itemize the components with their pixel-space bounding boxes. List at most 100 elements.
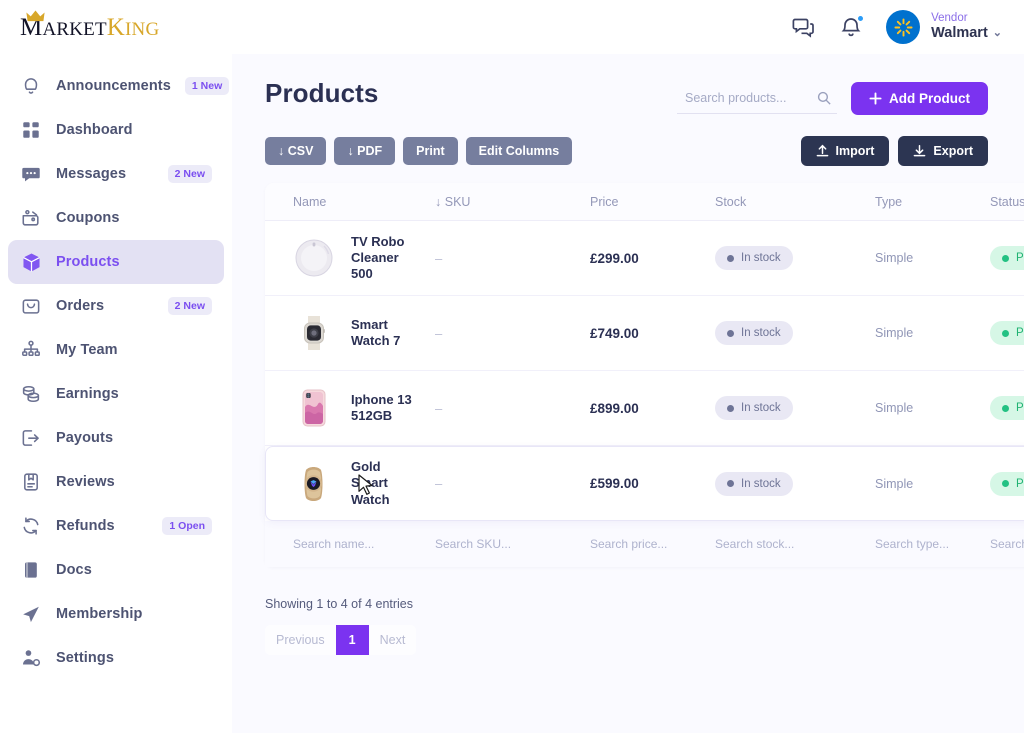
status-badge: Publish: [990, 396, 1024, 420]
sidebar-item-badge: 2 New: [167, 165, 212, 183]
search-input[interactable]: [685, 91, 810, 105]
sidebar-item-label: Coupons: [56, 210, 120, 226]
sidebar-item-messages[interactable]: Messages 2 New: [8, 152, 224, 196]
sidebar-item-payouts[interactable]: Payouts: [8, 416, 224, 460]
filter-input-price[interactable]: [590, 537, 715, 551]
cell-sku: –: [435, 250, 443, 266]
notification-dot: [857, 15, 865, 22]
user-gear-icon: [20, 647, 42, 669]
cell-type: Simple: [875, 251, 914, 265]
add-product-label: Add Product: [889, 91, 970, 106]
send-icon: [20, 603, 42, 625]
filter-cell: [715, 535, 875, 553]
cell-status: Publish: [990, 396, 1024, 420]
filter-cell: [590, 535, 715, 553]
product-name[interactable]: Gold Smart Watch: [351, 459, 413, 508]
add-product-button[interactable]: Add Product: [851, 82, 988, 115]
sidebar-item-docs[interactable]: Docs: [8, 548, 224, 592]
cell-stock: In stock: [715, 471, 875, 496]
sidebar-item-coupons[interactable]: Coupons: [8, 196, 224, 240]
cell-status: Publish: [990, 471, 1024, 496]
sidebar-item-orders[interactable]: Orders 2 New: [8, 284, 224, 328]
pink-iphone-thumbnail: [293, 387, 335, 429]
table-row[interactable]: Iphone 13 512GB – £899.00 In stock Simpl…: [265, 371, 1024, 446]
stock-badge: In stock: [715, 471, 793, 496]
status-badge: Publish: [990, 471, 1024, 496]
filter-input-stock[interactable]: [715, 537, 875, 551]
table-row[interactable]: TV Robo Cleaner 500 – £299.00 In stock S…: [265, 221, 1024, 296]
table-row[interactable]: Gold Smart Watch – £599.00 In stock Simp…: [265, 446, 1024, 521]
filter-input-name[interactable]: [293, 537, 435, 551]
column-header-sku[interactable]: ↓ SKU: [435, 195, 590, 209]
user-info: Vendor Walmart ⌄: [931, 12, 1002, 42]
sidebar-item-announcements[interactable]: Announcements 1 New: [8, 64, 230, 108]
sidebar-item-products[interactable]: Products: [8, 240, 224, 284]
sidebar-item-refunds[interactable]: Refunds 1 Open: [8, 504, 224, 548]
filter-input-type[interactable]: [875, 537, 990, 551]
bag-icon: [20, 295, 42, 317]
sidebar-item-membership[interactable]: Membership: [8, 592, 224, 636]
robot-vacuum-thumbnail: [293, 237, 335, 279]
sidebar-item-badge: 2 New: [167, 297, 212, 315]
export-csv-button[interactable]: ↓ CSV: [265, 137, 327, 165]
pagination-previous[interactable]: Previous: [265, 625, 336, 655]
published-dot-icon: [1002, 404, 1009, 412]
cell-name: TV Robo Cleaner 500: [293, 234, 435, 283]
sidebar-item-label: Payouts: [56, 430, 114, 446]
pagination-page-1[interactable]: 1: [335, 625, 369, 655]
search-products-box[interactable]: [677, 84, 837, 114]
cell-price: £299.00: [590, 250, 639, 266]
sidebar-navigation: Announcements 1 New Dashboard Messages 2 New…: [0, 54, 232, 733]
published-dot-icon: [1002, 480, 1009, 487]
status-badge: Publish: [990, 321, 1024, 345]
sidebar-item-dashboard[interactable]: Dashboard: [8, 108, 224, 152]
sidebar-item-label: Membership: [56, 606, 143, 622]
brand-logo[interactable]: MARKETKING: [0, 0, 232, 54]
bell-icon[interactable]: [838, 14, 865, 40]
download-icon: [914, 144, 926, 157]
search-icon: [817, 91, 831, 105]
status-dot-icon: [727, 254, 734, 262]
export-label: Export: [933, 144, 973, 158]
column-header-type[interactable]: Type: [875, 195, 990, 209]
stock-badge: In stock: [715, 396, 793, 420]
table-body: TV Robo Cleaner 500 – £299.00 In stock S…: [265, 221, 1024, 521]
table-toolbar: ↓ CSV ↓ PDF Print Edit Columns Import Ex…: [265, 136, 1024, 166]
product-name[interactable]: Iphone 13 512GB: [351, 392, 413, 425]
sidebar-item-my-team[interactable]: My Team: [8, 328, 224, 372]
cell-sku: –: [435, 325, 443, 341]
table-row[interactable]: Smart Watch 7 – £749.00 In stock Simple …: [265, 296, 1024, 371]
column-header-status[interactable]: Status: [990, 195, 1024, 209]
sidebar-item-label: Earnings: [56, 386, 119, 402]
pagination-next[interactable]: Next: [368, 625, 417, 655]
cell-type: Simple: [875, 326, 914, 340]
bell-icon: [20, 75, 42, 97]
status-dot-icon: [727, 404, 734, 412]
column-header-price[interactable]: Price: [590, 195, 715, 209]
product-name[interactable]: Smart Watch 7: [351, 317, 413, 350]
export-button[interactable]: Export: [898, 136, 988, 166]
chat-bubbles-icon[interactable]: [790, 14, 816, 40]
sidebar-item-earnings[interactable]: Earnings: [8, 372, 224, 416]
cell-stock: In stock: [715, 246, 875, 270]
column-header-stock[interactable]: Stock: [715, 195, 875, 209]
chevron-down-icon[interactable]: ⌄: [993, 27, 1002, 40]
top-header-bar: MARKETKING Vendor Walmart ⌄: [0, 0, 1024, 54]
sidebar-item-settings[interactable]: Settings: [8, 636, 224, 680]
brand-name-king-rest: ING: [125, 18, 160, 40]
coupon-icon: [20, 207, 42, 229]
published-dot-icon: [1002, 329, 1009, 337]
column-header-name[interactable]: Name: [293, 195, 435, 209]
edit-columns-button[interactable]: Edit Columns: [465, 137, 573, 165]
sidebar-item-reviews[interactable]: Reviews: [8, 460, 224, 504]
user-profile-menu[interactable]: Vendor Walmart ⌄: [886, 10, 1002, 44]
filter-input-status[interactable]: [990, 537, 1024, 551]
product-name[interactable]: TV Robo Cleaner 500: [351, 234, 413, 283]
status-label: Publish: [1016, 477, 1024, 490]
filter-input-sku[interactable]: [435, 537, 590, 551]
import-button[interactable]: Import: [800, 136, 890, 166]
user-name-text: Walmart: [931, 25, 988, 42]
export-pdf-button[interactable]: ↓ PDF: [334, 137, 396, 165]
chat-icon: [20, 163, 42, 185]
print-button[interactable]: Print: [403, 137, 458, 165]
